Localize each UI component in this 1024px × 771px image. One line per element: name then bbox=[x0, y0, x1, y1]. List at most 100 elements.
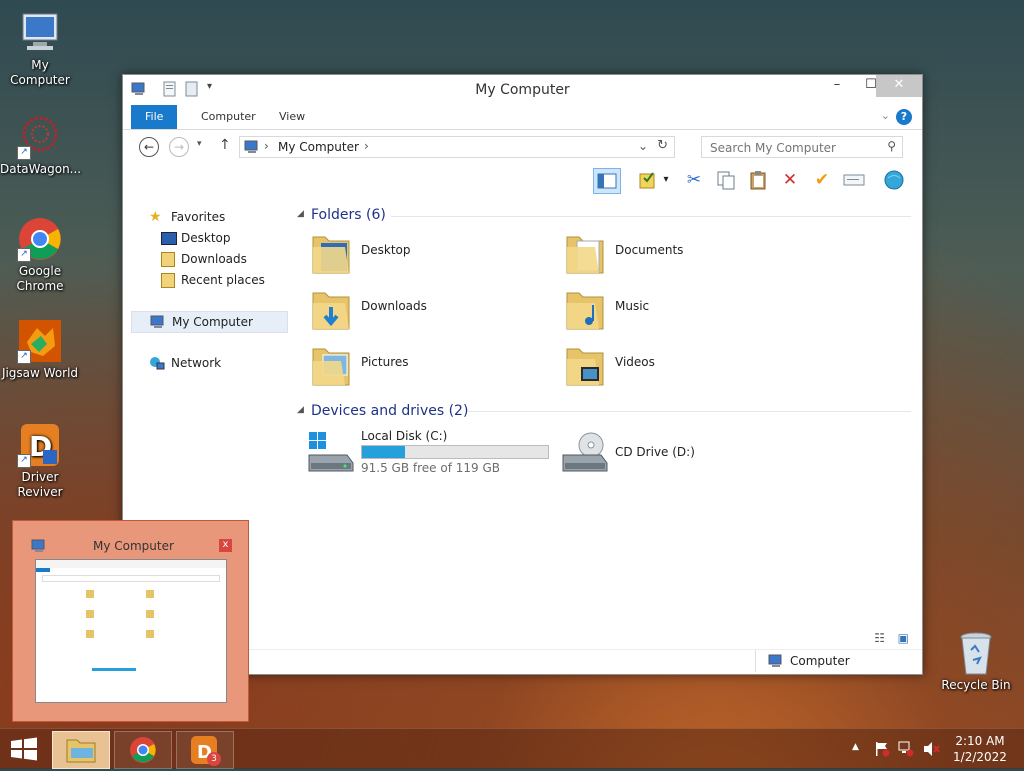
forward-button[interactable]: → bbox=[169, 137, 189, 157]
large-icons-view-icon[interactable]: ▣ bbox=[898, 631, 909, 645]
preview-pane-button[interactable] bbox=[593, 168, 621, 194]
nav-item-downloads[interactable]: Downloads bbox=[131, 249, 286, 269]
desktop-icon-label: My Computer bbox=[10, 58, 70, 87]
search-input[interactable] bbox=[708, 138, 882, 158]
desktop-icon-driver-reviver[interactable]: D ↗ Driver Reviver bbox=[0, 422, 80, 500]
clock-time: 2:10 AM bbox=[955, 734, 1005, 748]
map-drive-icon[interactable] bbox=[841, 168, 867, 192]
toolbar: ▾ ✂ ✕ ✔ bbox=[123, 164, 922, 196]
status-location-box: Computer bbox=[755, 650, 910, 672]
address-dropdown-icon[interactable]: ⌄ bbox=[638, 139, 648, 153]
desktop-icon-my-computer[interactable]: My Computer bbox=[0, 10, 80, 88]
tray-show-hidden-icon[interactable]: ▲ bbox=[852, 742, 859, 752]
desktop-icon-label: Jigsaw World bbox=[1, 366, 79, 380]
folder-documents[interactable]: Documents bbox=[555, 229, 795, 281]
taskbar: D 3 ▲ 2:10 AM 1/2/2022 bbox=[0, 728, 1024, 769]
up-button[interactable]: ↑ bbox=[219, 137, 231, 153]
status-computer-icon bbox=[768, 654, 784, 671]
folder-label: Music bbox=[615, 299, 650, 313]
close-button[interactable]: ✕ bbox=[876, 75, 922, 97]
collapse-folders-icon[interactable]: ◢ bbox=[297, 209, 304, 219]
folder-label: Pictures bbox=[361, 355, 409, 369]
folder-label: Downloads bbox=[361, 299, 427, 313]
taskbar-explorer-button[interactable] bbox=[52, 731, 110, 769]
desktop-icon-jigsaw-world[interactable]: ↗ Jigsaw World bbox=[0, 318, 80, 381]
preview-thumbnail[interactable] bbox=[35, 559, 227, 703]
nav-item-recent-places[interactable]: Recent places bbox=[131, 270, 286, 290]
back-button[interactable]: ← bbox=[139, 137, 159, 157]
preview-computer-icon bbox=[31, 539, 47, 556]
hard-drive-icon bbox=[307, 431, 355, 478]
nav-label: Downloads bbox=[181, 252, 247, 266]
ribbon-tabs: File Computer View ⌄ ? bbox=[123, 105, 922, 130]
address-computer-icon bbox=[244, 140, 260, 157]
documents-folder-icon bbox=[565, 233, 605, 274]
recent-locations-icon[interactable]: ▾ bbox=[197, 139, 202, 149]
desktop-icon-recycle-bin[interactable]: Recycle Bin bbox=[936, 630, 1016, 693]
nav-label: Network bbox=[171, 356, 222, 370]
nav-item-desktop[interactable]: Desktop bbox=[131, 228, 286, 248]
desktop-icon-google-chrome[interactable]: ↗ Google Chrome bbox=[0, 216, 80, 294]
shortcut-arrow-icon: ↗ bbox=[17, 454, 31, 468]
nav-label: My Computer bbox=[172, 315, 253, 329]
folder-music[interactable]: Music bbox=[555, 285, 795, 337]
driver-reviver-icon: D ↗ bbox=[17, 422, 63, 468]
downloads-folder-icon bbox=[311, 289, 351, 330]
properties-dropdown-icon[interactable]: ▾ bbox=[659, 168, 673, 192]
preview-close-button[interactable]: x bbox=[219, 539, 232, 552]
taskbar-chrome-button[interactable] bbox=[114, 731, 172, 769]
nav-item-my-computer[interactable]: My Computer bbox=[131, 311, 288, 333]
paste-icon[interactable] bbox=[745, 168, 771, 192]
thumb-folder-grid bbox=[86, 590, 216, 650]
network-tray-icon[interactable] bbox=[898, 741, 914, 760]
details-view-icon[interactable]: ☷ bbox=[874, 631, 885, 645]
folders-group-title[interactable]: Folders (6) bbox=[311, 207, 386, 223]
group-divider bbox=[467, 411, 911, 412]
address-separator-icon: › bbox=[264, 139, 269, 153]
tab-view[interactable]: View bbox=[265, 105, 319, 129]
ribbon-expand-icon[interactable]: ⌄ bbox=[881, 109, 890, 122]
tab-file[interactable]: File bbox=[131, 105, 178, 129]
nav-favorites[interactable]: ★ Favorites bbox=[131, 207, 286, 227]
minimize-button[interactable]: – bbox=[820, 75, 854, 97]
window-title: My Computer bbox=[475, 82, 570, 98]
refresh-icon[interactable]: ↻ bbox=[657, 138, 668, 153]
clock[interactable]: 2:10 AM 1/2/2022 bbox=[950, 733, 1010, 765]
drives-group-title[interactable]: Devices and drives (2) bbox=[311, 403, 468, 419]
taskbar-thumbnail-preview[interactable]: My Computer x bbox=[12, 520, 249, 722]
folder-videos[interactable]: Videos bbox=[555, 341, 795, 393]
rename-icon[interactable]: ✔ bbox=[809, 168, 835, 192]
desktop-icon-datawagon[interactable]: ↗ DataWagon... bbox=[0, 114, 82, 177]
search-box[interactable]: ⚲ bbox=[701, 136, 903, 158]
tab-computer[interactable]: Computer bbox=[187, 105, 270, 129]
help-icon[interactable]: ? bbox=[896, 109, 912, 125]
taskbar-driver-reviver-button[interactable]: D 3 bbox=[176, 731, 234, 769]
action-center-flag-icon[interactable] bbox=[874, 741, 890, 760]
disk-usage-fill bbox=[362, 446, 405, 458]
nav-item-network[interactable]: Network bbox=[131, 353, 286, 373]
network-globe-icon[interactable] bbox=[881, 168, 907, 192]
drive-local-disk-c[interactable]: Local Disk (C:) 91.5 GB free of 119 GB bbox=[301, 427, 551, 479]
nav-label: Recent places bbox=[181, 273, 265, 287]
folder-pictures[interactable]: Pictures bbox=[301, 341, 541, 393]
nav-label: Desktop bbox=[181, 231, 231, 245]
collapse-drives-icon[interactable]: ◢ bbox=[297, 405, 304, 415]
properties-icon[interactable] bbox=[635, 168, 661, 192]
address-bar[interactable]: › My Computer › ⌄ ↻ bbox=[239, 136, 675, 158]
folder-downloads[interactable]: Downloads bbox=[301, 285, 541, 337]
address-row: ← → ▾ ↑ › My Computer › ⌄ ↻ ⚲ bbox=[123, 130, 922, 164]
computer-icon bbox=[17, 10, 63, 56]
network-small-icon bbox=[149, 356, 165, 376]
copy-icon[interactable] bbox=[713, 168, 739, 192]
volume-muted-icon[interactable] bbox=[922, 741, 940, 760]
address-path[interactable]: My Computer bbox=[278, 140, 359, 154]
search-icon[interactable]: ⚲ bbox=[887, 139, 896, 153]
folder-desktop[interactable]: Desktop bbox=[301, 229, 541, 281]
delete-icon[interactable]: ✕ bbox=[777, 168, 803, 192]
desktop-icon-label: DataWagon... bbox=[0, 162, 82, 176]
start-button[interactable] bbox=[10, 737, 38, 764]
content-pane: ◢ Folders (6) Desktop Documents Download… bbox=[291, 201, 921, 645]
cut-icon[interactable]: ✂ bbox=[681, 168, 707, 192]
drive-name: Local Disk (C:) bbox=[361, 429, 448, 443]
drive-cd-d[interactable]: CD Drive (D:) bbox=[555, 427, 795, 479]
